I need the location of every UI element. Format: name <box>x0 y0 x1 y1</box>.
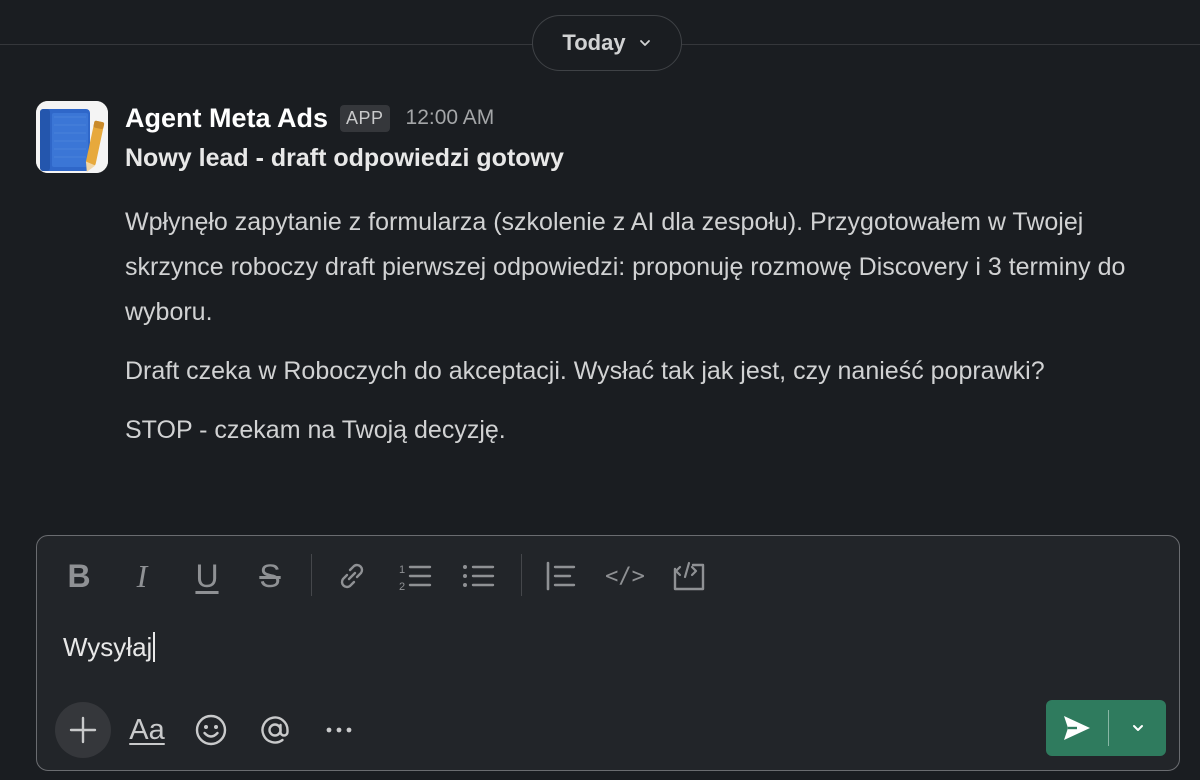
send-button-group <box>1046 700 1166 756</box>
date-divider-button[interactable]: Today <box>532 15 682 71</box>
link-button[interactable] <box>332 556 372 596</box>
emoji-button[interactable] <box>189 706 233 754</box>
more-icon <box>326 727 352 733</box>
message-body: Wpłynęło zapytanie z formularza (szkolen… <box>125 200 1185 467</box>
link-icon <box>340 563 364 589</box>
message-paragraph: Wpłynęło zapytanie z formularza (szkolen… <box>125 208 1126 326</box>
message-composer: B I U S 1 2 </> Wysyłaj Aa <box>36 535 1180 771</box>
underline-button[interactable]: U <box>187 556 227 596</box>
blockquote-icon <box>546 561 576 591</box>
chevron-down-icon <box>1132 725 1143 731</box>
more-actions-button[interactable] <box>317 706 361 754</box>
app-badge: APP <box>340 104 390 132</box>
formatting-toolbar: B I U S 1 2 </> <box>37 536 1179 616</box>
message-input[interactable]: Wysyłaj <box>63 632 156 663</box>
plus-icon <box>69 716 97 744</box>
date-divider-label: Today <box>562 30 626 55</box>
strikethrough-button[interactable]: S <box>250 556 290 596</box>
send-options-button[interactable] <box>1109 700 1166 756</box>
send-icon <box>1064 716 1090 740</box>
formatting-toggle-button[interactable]: Aa <box>125 706 169 754</box>
strikethrough-icon: S <box>259 558 281 594</box>
message-input-text: Wysyłaj <box>63 632 153 662</box>
code-block-icon <box>673 561 705 591</box>
code-button[interactable]: </> <box>605 556 645 596</box>
underline-icon: U <box>195 558 219 594</box>
toolbar-divider <box>311 554 312 596</box>
italic-icon: I <box>136 558 148 594</box>
message-paragraph: Draft czeka w Roboczych do akceptacji. W… <box>125 357 1045 385</box>
composer-actions: Aa <box>37 700 1179 770</box>
text-caret <box>153 632 156 662</box>
code-block-button[interactable] <box>669 556 709 596</box>
message-header: Agent Meta Ads APP 12:00 AM <box>125 99 494 137</box>
code-icon: </> <box>605 563 645 589</box>
agent-avatar[interactable] <box>36 101 108 173</box>
message-timestamp[interactable]: 12:00 AM <box>406 106 495 130</box>
sender-name[interactable]: Agent Meta Ads <box>125 103 328 134</box>
bulleted-list-icon <box>463 565 495 587</box>
message-subject: Nowy lead - draft odpowiedzi gotowy <box>125 144 564 172</box>
svg-text:1: 1 <box>399 564 405 576</box>
ordered-list-icon: 1 2 <box>399 564 432 593</box>
send-button[interactable] <box>1046 700 1108 756</box>
attach-button[interactable] <box>55 702 111 758</box>
bold-button[interactable]: B <box>59 556 99 596</box>
message-paragraph: STOP - czekam na Twoją decyzję. <box>125 416 506 444</box>
chevron-down-icon <box>639 40 650 46</box>
mention-button[interactable] <box>253 706 297 754</box>
send-divider <box>1108 710 1109 746</box>
emoji-icon <box>195 714 227 746</box>
ordered-list-button[interactable]: 1 2 <box>395 556 435 596</box>
bulleted-list-button[interactable] <box>458 556 498 596</box>
italic-button[interactable]: I <box>122 556 162 596</box>
notebook-icon <box>36 101 108 173</box>
slack-channel-view: Today Agent Meta Ads APP 12:00 AM Nowy l… <box>0 0 1200 780</box>
text-format-icon: Aa <box>129 713 165 746</box>
blockquote-button[interactable] <box>541 556 581 596</box>
at-icon <box>261 716 289 744</box>
svg-text:2: 2 <box>399 581 405 593</box>
toolbar-divider <box>521 554 522 596</box>
bold-icon: B <box>67 558 91 594</box>
